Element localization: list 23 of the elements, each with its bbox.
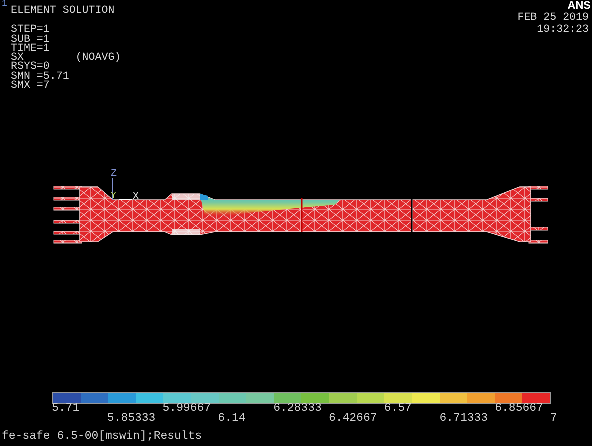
brand-text: ANS bbox=[568, 0, 591, 12]
time-text: 19:32:23 bbox=[537, 24, 589, 36]
date-text: FEB 25 2019 bbox=[518, 12, 589, 24]
legend-value: 5.71 bbox=[52, 404, 81, 414]
plot-number: 1 bbox=[2, 0, 8, 9]
plot-title: ELEMENT SOLUTION bbox=[10, 7, 116, 16]
info-line: RSYS=0 bbox=[10, 63, 50, 73]
info-line: STEP=1 bbox=[10, 26, 51, 36]
legend-value: 6.14 bbox=[218, 414, 247, 424]
legend-value: 6.42667 bbox=[328, 414, 378, 424]
info-line: SMX =7 bbox=[10, 82, 51, 92]
legend-value: 5.99667 bbox=[162, 404, 212, 414]
legend-value: 5.85333 bbox=[107, 414, 157, 424]
info-line: SUB =1 bbox=[10, 36, 51, 45]
axis-triad-icon bbox=[112, 178, 132, 200]
status-bar-text: fe-safe 6.5-00[mswin];Results bbox=[1, 431, 204, 443]
legend-value: 7 bbox=[550, 414, 558, 424]
legend-value: 6.28333 bbox=[274, 404, 323, 414]
legend-value: 6.57 bbox=[384, 404, 413, 414]
legend-value: 6.85667 bbox=[495, 404, 544, 414]
axis-label: Z bbox=[111, 169, 118, 180]
legend-value: 6.71333 bbox=[440, 414, 490, 424]
axis-label: X bbox=[133, 192, 140, 203]
